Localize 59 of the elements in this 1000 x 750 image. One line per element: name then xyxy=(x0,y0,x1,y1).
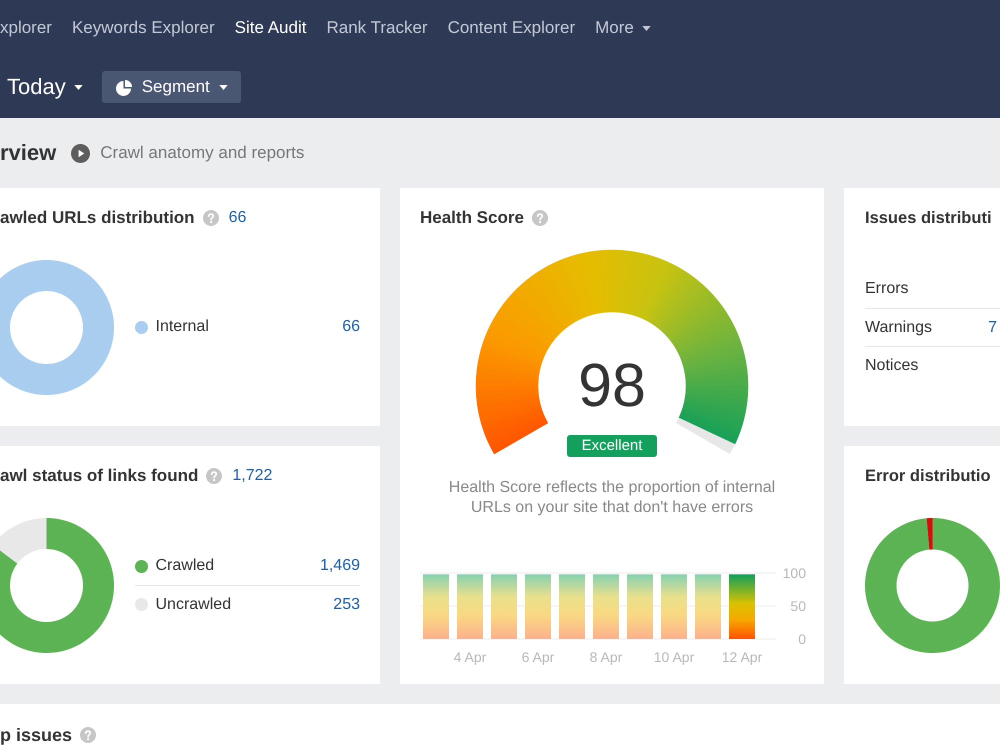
play-icon[interactable] xyxy=(71,144,90,162)
x-tick-label: 6 Apr xyxy=(522,649,554,665)
caret-icon xyxy=(74,84,83,90)
issue-label: Errors xyxy=(865,280,909,298)
nav-link[interactable]: Rank Tracker xyxy=(326,18,428,38)
segment-button[interactable]: Segment xyxy=(102,71,241,103)
chart-bar xyxy=(423,574,449,639)
legend-value-link[interactable]: 66 xyxy=(342,318,360,336)
pie-chart-icon xyxy=(116,78,133,96)
card-title: p issues xyxy=(0,724,72,746)
page-title: rview xyxy=(0,140,56,166)
chart-bar xyxy=(695,574,721,639)
chart-bar xyxy=(559,574,585,639)
nav-link[interactable]: xplorer xyxy=(0,18,52,38)
issue-label: Warnings xyxy=(865,318,932,336)
legend-label: Internal xyxy=(156,318,210,336)
caret-icon xyxy=(218,84,228,90)
chart-bar xyxy=(491,574,517,639)
issue-label: Notices xyxy=(865,356,918,374)
score-value: 98 xyxy=(578,355,646,416)
card-title: awled URLs distribution xyxy=(0,208,195,228)
legend-label: Crawled xyxy=(156,557,216,575)
card-title: awl status of links found xyxy=(0,466,198,486)
x-tick-label: 12 Apr xyxy=(722,649,762,665)
help-icon[interactable] xyxy=(206,468,222,484)
x-tick-label: 10 Apr xyxy=(654,649,694,665)
chart-bar xyxy=(593,574,619,639)
chart-bar xyxy=(525,574,551,639)
x-tick-label: 8 Apr xyxy=(590,649,622,665)
chart-bar xyxy=(661,574,687,639)
nav-link[interactable]: Content Explorer xyxy=(448,18,576,38)
card-title: Error distributio xyxy=(865,466,991,486)
help-icon[interactable] xyxy=(202,210,219,226)
help-icon[interactable] xyxy=(532,210,548,226)
nav-link[interactable]: More xyxy=(595,18,651,38)
nav-link[interactable]: Keywords Explorer xyxy=(72,18,215,38)
video-link[interactable]: Crawl anatomy and reports xyxy=(100,143,304,163)
legend-value-link[interactable]: 253 xyxy=(333,596,360,614)
chart-bar xyxy=(457,574,483,639)
rating-badge: Excellent xyxy=(567,435,657,457)
x-tick-label: 4 Apr xyxy=(454,649,486,665)
y-tick-label: 50 xyxy=(790,598,806,614)
issue-count-link[interactable]: 7 xyxy=(988,318,997,336)
legend-label: Uncrawled xyxy=(156,596,232,614)
chart-bar xyxy=(627,574,653,639)
caret-icon xyxy=(642,26,651,30)
date-dropdown[interactable]: Today xyxy=(7,74,83,100)
help-icon[interactable] xyxy=(80,727,96,743)
gauge-remainder xyxy=(676,418,736,454)
y-tick-label: 100 xyxy=(782,565,806,581)
nav-link[interactable]: Site Audit xyxy=(234,18,306,38)
card-title: Issues distributi xyxy=(865,208,992,228)
total-count-link[interactable]: 1,722 xyxy=(232,467,272,485)
card-title: Health Score xyxy=(420,208,524,228)
y-tick-label: 0 xyxy=(798,631,806,647)
total-count-link[interactable]: 66 xyxy=(228,209,246,227)
description-text: Health Score reflects the proportion of internal URLs on your site that don't have errors xyxy=(448,478,776,518)
legend-value-link[interactable]: 1,469 xyxy=(320,557,360,575)
chart-bar xyxy=(729,574,755,639)
